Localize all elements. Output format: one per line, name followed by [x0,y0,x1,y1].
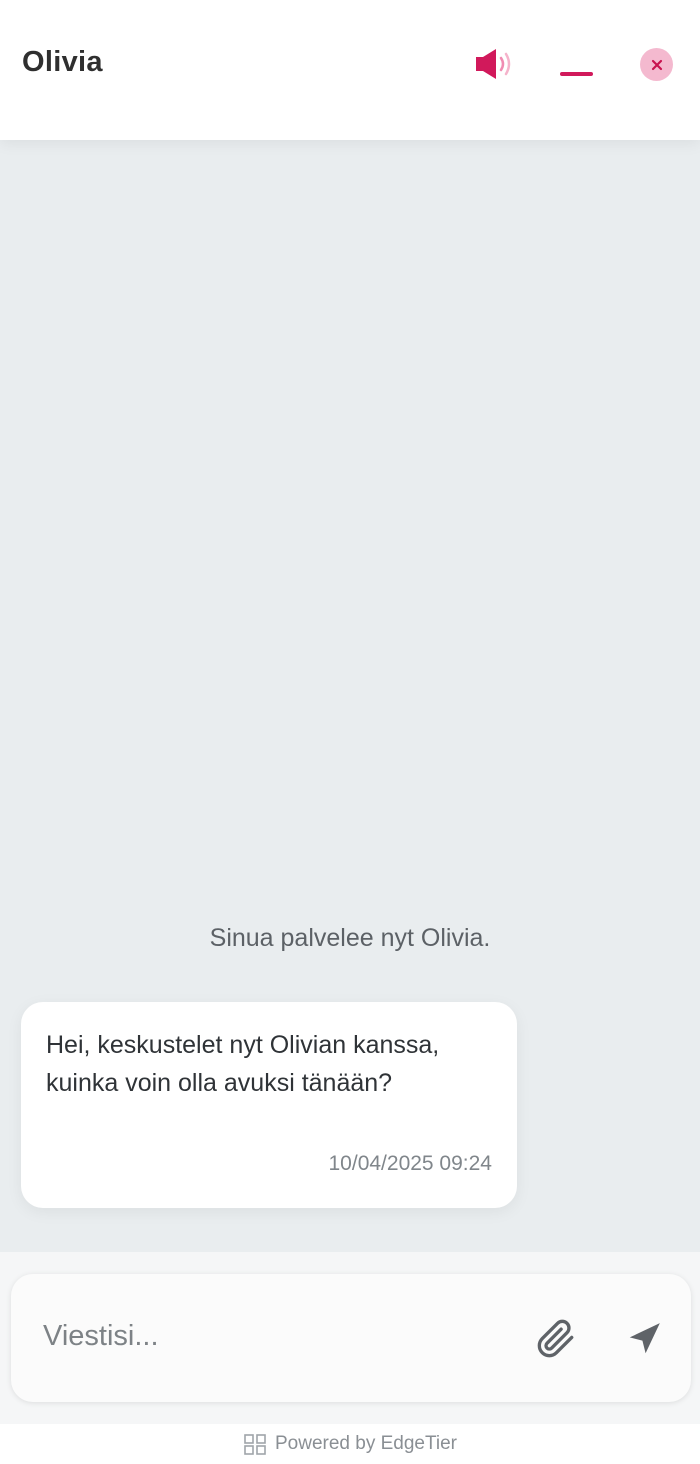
composer [11,1274,691,1402]
chat-header: Olivia [0,0,700,140]
attach-button[interactable] [533,1314,579,1364]
footer: Powered by EdgeTier [0,1424,700,1464]
chat-window: Olivia Sinua palvelee nyt Olivia. Hei, k… [0,0,700,1464]
sound-toggle-button[interactable] [470,42,522,86]
composer-area [0,1252,700,1424]
speaker-icon [476,49,511,79]
edgetier-logo-icon [244,1434,266,1455]
send-arrow-icon [629,1323,660,1354]
message-input[interactable] [43,1308,513,1364]
paperclip-icon [537,1319,574,1358]
message-list: Sinua palvelee nyt Olivia. Hei, keskuste… [0,140,700,1252]
agent-message-bubble: Hei, keskustelet nyt Olivian kanssa, kui… [21,1002,517,1208]
message-text: Hei, keskustelet nyt Olivian kanssa, kui… [46,1031,440,1097]
agent-name: Olivia [22,46,103,78]
powered-by-text: Powered by EdgeTier [274,1433,457,1454]
minimize-icon [560,72,593,76]
system-notice: Sinua palvelee nyt Olivia. [209,924,491,952]
close-button[interactable] [640,48,673,81]
message-timestamp: 10/04/2025 09:24 [328,1152,493,1175]
minimize-button[interactable] [556,42,600,86]
send-button[interactable] [619,1314,669,1364]
close-icon [651,59,662,70]
